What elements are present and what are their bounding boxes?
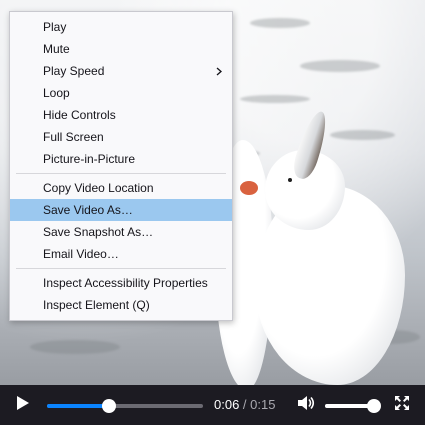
menu-item-save-video-as[interactable]: Save Video As… xyxy=(10,199,232,221)
mute-button[interactable] xyxy=(297,385,315,425)
menu-item-label: Loop xyxy=(43,86,70,100)
menu-separator xyxy=(16,268,226,269)
menu-item-play[interactable]: Play xyxy=(10,16,232,38)
menu-item-label: Inspect Element (Q) xyxy=(43,298,150,312)
menu-item-label: Full Screen xyxy=(43,130,104,144)
menu-item-email-video[interactable]: Email Video… xyxy=(10,243,232,265)
time-separator: / xyxy=(239,397,251,412)
menu-item-label: Play Speed xyxy=(43,64,105,78)
fullscreen-icon xyxy=(394,395,410,416)
menu-item-play-speed[interactable]: Play Speed xyxy=(10,60,232,82)
menu-item-label: Picture-in-Picture xyxy=(43,152,136,166)
menu-item-label: Save Video As… xyxy=(43,203,133,217)
menu-item-loop[interactable]: Loop xyxy=(10,82,232,104)
menu-item-label: Email Video… xyxy=(43,247,119,261)
menu-separator xyxy=(16,173,226,174)
seek-progress xyxy=(47,404,110,408)
video-controls: 0:06 / 0:15 xyxy=(0,385,425,425)
fullscreen-button[interactable] xyxy=(393,385,411,425)
speaker-icon xyxy=(297,395,315,416)
menu-item-label: Inspect Accessibility Properties xyxy=(43,276,208,290)
seek-thumb[interactable] xyxy=(102,399,117,413)
volume-thumb[interactable] xyxy=(366,399,381,413)
menu-item-label: Save Snapshot As… xyxy=(43,225,154,239)
menu-item-label: Play xyxy=(43,20,67,34)
context-menu: Play Mute Play Speed Loop Hide Controls Full … xyxy=(9,11,233,321)
menu-item-label: Copy Video Location xyxy=(43,181,154,195)
video-player[interactable]: Play Mute Play Speed Loop Hide Controls Full … xyxy=(0,0,425,425)
current-time: 0:06 xyxy=(214,397,240,412)
play-icon xyxy=(16,395,30,416)
menu-item-save-snapshot-as[interactable]: Save Snapshot As… xyxy=(10,221,232,243)
menu-item-hide-controls[interactable]: Hide Controls xyxy=(10,104,232,126)
menu-item-copy-video-location[interactable]: Copy Video Location xyxy=(10,177,232,199)
chevron-right-icon xyxy=(216,60,222,82)
menu-item-inspect-element-q[interactable]: Inspect Element (Q) xyxy=(10,294,232,316)
menu-item-mute[interactable]: Mute xyxy=(10,38,232,60)
menu-item-label: Hide Controls xyxy=(43,108,116,122)
seek-bar[interactable] xyxy=(47,399,203,413)
menu-item-label: Mute xyxy=(43,42,70,56)
play-button[interactable] xyxy=(12,385,34,425)
total-time: 0:15 xyxy=(250,397,276,412)
menu-item-full-screen[interactable]: Full Screen xyxy=(10,126,232,148)
menu-item-picture-in-picture[interactable]: Picture-in-Picture xyxy=(10,148,232,170)
menu-item-inspect-accessibility-properties[interactable]: Inspect Accessibility Properties xyxy=(10,272,232,294)
time-display: 0:06 / 0:15 xyxy=(214,385,275,425)
volume-slider[interactable] xyxy=(325,399,381,413)
